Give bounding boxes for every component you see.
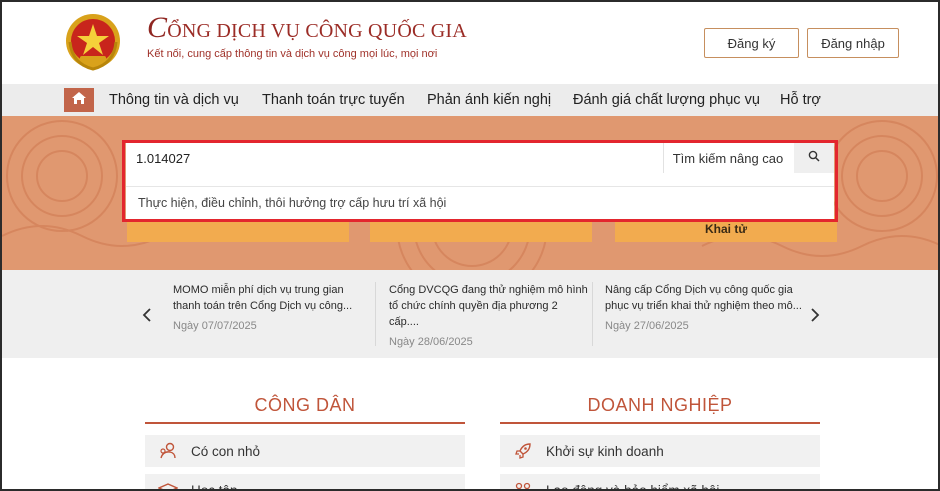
news-date: Ngày 28/06/2025	[389, 336, 473, 348]
news-divider	[375, 282, 376, 346]
home-icon	[71, 91, 87, 110]
chevron-right-icon	[810, 306, 820, 326]
national-emblem-icon[interactable]	[64, 12, 122, 72]
news-next-button[interactable]	[810, 306, 820, 327]
chevron-left-icon	[142, 306, 152, 326]
citizen-section-title: CÔNG DÂN	[254, 395, 356, 415]
site-header: CỔNG DỊCH VỤ CÔNG QUỐC GIA Kết nối, cung…	[2, 2, 938, 84]
register-button[interactable]: Đăng ký	[704, 28, 799, 58]
news-carousel: MOMO miễn phí dịch vụ trung gian thanh t…	[2, 270, 938, 358]
news-date: Ngày 07/07/2025	[173, 320, 257, 332]
business-item-start-business[interactable]: Khởi sự kinh doanh	[500, 435, 820, 467]
baby-icon	[157, 442, 179, 460]
nav-item-online-payment[interactable]: Thanh toán trực tuyến	[262, 92, 405, 108]
citizen-item-label: Học tập	[191, 482, 238, 491]
news-prev-button[interactable]	[142, 306, 152, 327]
brand-block[interactable]: CỔNG DỊCH VỤ CÔNG QUỐC GIA Kết nối, cung…	[147, 13, 467, 61]
nav-home-button[interactable]	[64, 88, 94, 112]
nav-item-feedback[interactable]: Phản ánh kiến nghị	[427, 92, 551, 108]
business-section-title: DOANH NGHIỆP	[587, 395, 733, 415]
site-title-rest: ỔNG DỊCH VỤ CÔNG QUỐC GIA	[167, 20, 467, 42]
rocket-icon	[512, 442, 534, 460]
news-divider	[592, 282, 593, 346]
site-title: CỔNG DỊCH VỤ CÔNG QUỐC GIA	[147, 13, 467, 43]
nav-item-info-services[interactable]: Thông tin và dịch vụ	[109, 92, 239, 108]
workers-icon	[512, 481, 534, 489]
news-card[interactable]: Cổng DVCQG đang thử nghiệm mô hình tổ ch…	[389, 282, 589, 348]
login-button[interactable]: Đăng nhập	[807, 28, 899, 58]
news-title: MOMO miễn phí dịch vụ trung gian thanh t…	[173, 284, 353, 312]
page-frame: CỔNG DỊCH VỤ CÔNG QUỐC GIA Kết nối, cung…	[0, 0, 940, 491]
citizen-item-have-young-child[interactable]: Có con nhỏ	[145, 435, 465, 467]
nav-item-service-rating[interactable]: Đánh giá chất lượng phục vụ	[573, 92, 760, 108]
news-card[interactable]: Nâng cấp Cổng Dịch vụ công quốc gia phục…	[605, 282, 805, 332]
search-highlight-box	[122, 140, 838, 222]
news-date: Ngày 27/06/2025	[605, 320, 689, 332]
citizen-section-underline	[145, 422, 465, 424]
business-item-labor-insurance[interactable]: Lao động và bảo hiểm xã hội	[500, 474, 820, 491]
citizen-item-education[interactable]: Học tập	[145, 474, 465, 491]
news-title: Nâng cấp Cổng Dịch vụ công quốc gia phục…	[605, 284, 802, 312]
citizen-item-label: Có con nhỏ	[191, 443, 261, 459]
news-title: Cổng DVCQG đang thử nghiệm mô hình tổ ch…	[389, 284, 588, 328]
news-card[interactable]: MOMO miễn phí dịch vụ trung gian thanh t…	[173, 282, 373, 332]
nav-item-support[interactable]: Hỗ trợ	[780, 92, 821, 108]
site-title-first-letter: C	[147, 11, 168, 44]
business-item-label: Lao động và bảo hiểm xã hội	[546, 482, 720, 491]
business-item-label: Khởi sự kinh doanh	[546, 443, 664, 459]
main-nav: Thông tin và dịch vụ Thanh toán trực tuy…	[2, 84, 938, 116]
graduation-cap-icon	[157, 481, 179, 489]
site-subtitle: Kết nối, cung cấp thông tin và dịch vụ c…	[147, 48, 438, 60]
business-section-underline	[500, 422, 820, 424]
